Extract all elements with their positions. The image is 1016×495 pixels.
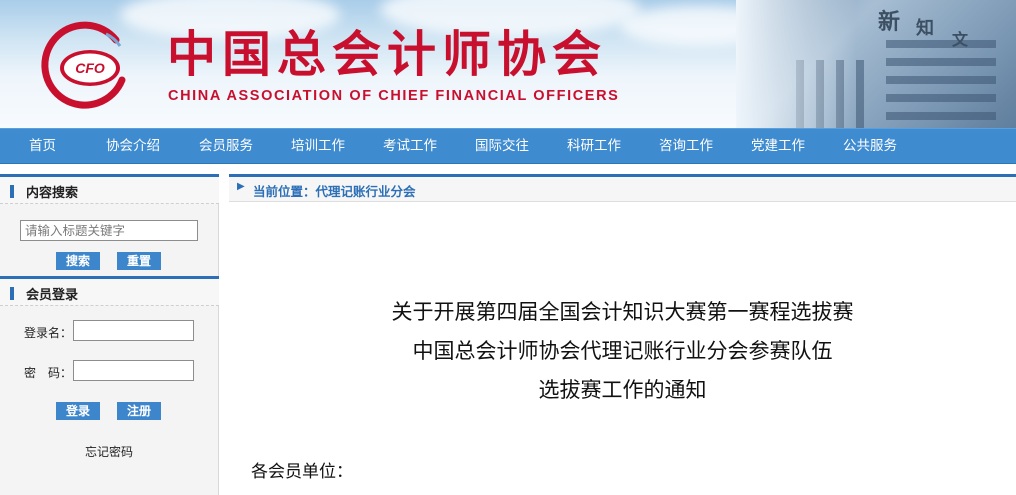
search-panel-title: 内容搜索 <box>26 186 79 201</box>
building-photo: 新 知 文 <box>736 0 1016 128</box>
username-input[interactable] <box>73 320 194 341</box>
search-button[interactable]: 搜索 <box>56 252 100 270</box>
nav-item-training[interactable]: 培训工作 <box>291 129 345 164</box>
article-greeting: 各会员单位： <box>251 462 353 482</box>
forgot-password-link[interactable]: 忘记密码 <box>85 443 133 460</box>
nav-item-party-building[interactable]: 党建工作 <box>751 129 805 164</box>
search-input[interactable] <box>20 220 198 241</box>
nav-item-international[interactable]: 国际交往 <box>475 129 529 164</box>
article-title-line-2: 中国总会计师协会代理记账行业分会参赛队伍 <box>412 339 833 363</box>
site-banner: 新 知 文 CFO 中国总会计师协会 CHINA ASSOCIATION OF … <box>0 0 1016 128</box>
site-title-cn: 中国总会计师协会 <box>167 25 608 83</box>
breadcrumb: ▶ 当前位置：代理记账行业分会 <box>229 174 1016 202</box>
username-label: 登录名： <box>24 326 73 340</box>
nav-item-research[interactable]: 科研工作 <box>567 129 621 164</box>
main-nav: 首页 协会介绍 会员服务 培训工作 考试工作 国际交往 科研工作 咨询工作 党建… <box>0 128 1016 164</box>
sidebar: 内容搜索 搜索 重置 会员登录 登录名： 密 码： 登录 注册 忘记密码 <box>0 174 219 495</box>
vertical-bar-icon <box>10 185 14 198</box>
register-button[interactable]: 注册 <box>117 402 161 420</box>
nav-item-home[interactable]: 首页 <box>29 129 56 164</box>
login-panel-header: 会员登录 <box>0 276 219 306</box>
login-panel-title: 会员登录 <box>26 288 79 303</box>
vertical-bar-icon <box>10 287 14 300</box>
nav-item-about[interactable]: 协会介绍 <box>106 129 160 164</box>
search-panel-header: 内容搜索 <box>0 174 219 204</box>
article-title-line-1: 关于开展第四届全国会计知识大赛第一赛程选拔赛 <box>391 300 854 324</box>
login-button[interactable]: 登录 <box>56 402 100 420</box>
nav-item-exams[interactable]: 考试工作 <box>383 129 437 164</box>
reset-button[interactable]: 重置 <box>117 252 161 270</box>
nav-item-member-services[interactable]: 会员服务 <box>199 129 253 164</box>
nav-item-consulting[interactable]: 咨询工作 <box>659 129 713 164</box>
site-title-en: CHINA ASSOCIATION OF CHIEF FINANCIAL OFF… <box>168 88 620 104</box>
main-content: ▶ 当前位置：代理记账行业分会 关于开展第四届全国会计知识大赛第一赛程选拔赛 中… <box>229 174 1016 495</box>
nav-item-public-services[interactable]: 公共服务 <box>843 129 897 164</box>
password-input[interactable] <box>73 360 194 381</box>
cfo-logo-icon: CFO <box>41 21 126 109</box>
article-title-line-3: 选拔赛工作的通知 <box>538 378 707 402</box>
breadcrumb-text: 当前位置：代理记账行业分会 <box>253 184 416 199</box>
logo-text: CFO <box>75 60 105 76</box>
password-label: 密 码： <box>24 366 73 380</box>
triangle-right-icon: ▶ <box>237 181 245 192</box>
